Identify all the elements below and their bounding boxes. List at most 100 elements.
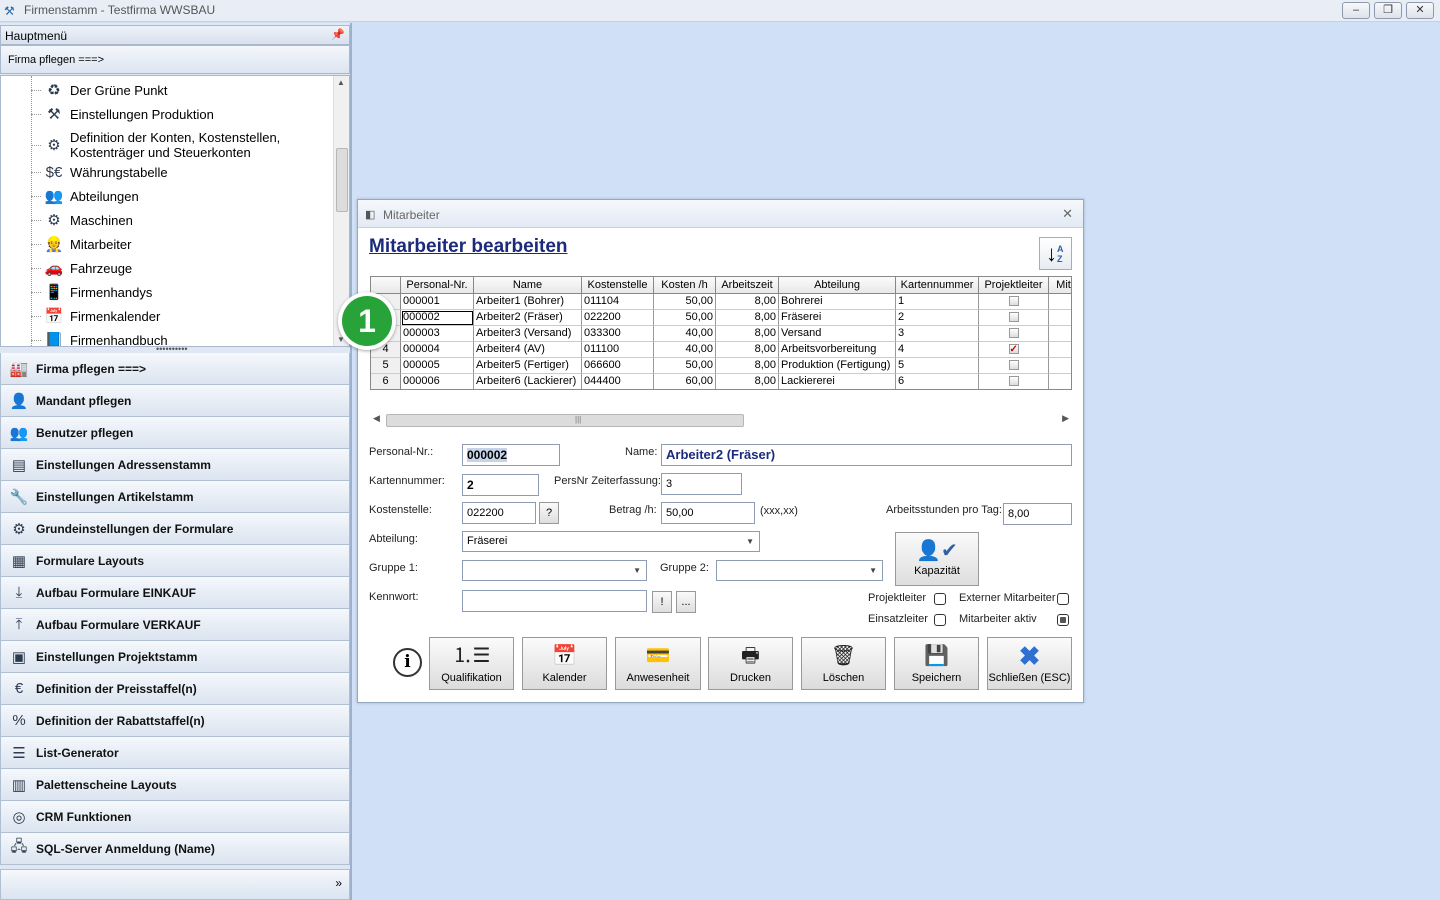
table-cell[interactable]: 50,00	[654, 310, 716, 326]
table-cell[interactable]: 5	[896, 358, 979, 374]
schliessen-button[interactable]: ✖ Schließen (ESC)	[987, 637, 1072, 690]
column-header[interactable]: Arbeitszeit	[716, 277, 779, 294]
table-cell[interactable]: 4	[896, 342, 979, 358]
unchecked-icon[interactable]	[1008, 376, 1019, 386]
table-cell[interactable]: 000006	[401, 374, 474, 389]
column-header[interactable]: Abteilung	[779, 277, 896, 294]
table-cell[interactable]: 40,00	[654, 342, 716, 358]
loeschen-button[interactable]: 🗑 Löschen	[801, 637, 886, 690]
table-cell[interactable]: 022200	[582, 310, 654, 326]
minimize-button[interactable]: ‒	[1342, 2, 1370, 19]
menu-item-verkauf[interactable]: ⤒ Aufbau Formulare VERKAUF	[0, 609, 350, 641]
table-cell[interactable]: 8,00	[716, 374, 779, 389]
unchecked-icon[interactable]	[1008, 360, 1019, 370]
table-cell[interactable]: 000003	[401, 326, 474, 342]
table-cell[interactable]: Fräserei	[779, 310, 896, 326]
projektleiter-cell[interactable]	[979, 374, 1049, 389]
table-cell[interactable]: 8,00	[716, 342, 779, 358]
betrag-input[interactable]: 50,00	[661, 502, 755, 524]
table-cell[interactable]	[1049, 326, 1071, 342]
mitarbeiter-aktiv-checkbox[interactable]	[1057, 614, 1069, 626]
table-cell[interactable]: Arbeiter4 (AV)	[474, 342, 582, 358]
table-cell[interactable]: 3	[896, 326, 979, 342]
table-cell[interactable]: Versand	[779, 326, 896, 342]
menu-item-artikelstamm[interactable]: 🔧 Einstellungen Artikelstamm	[0, 481, 350, 513]
drucken-button[interactable]: 🖶 Drucken	[708, 637, 793, 690]
menu-item-adressenstamm[interactable]: ▤ Einstellungen Adressenstamm	[0, 449, 350, 481]
anwesenheit-button[interactable]: 💳 Anwesenheit	[615, 637, 701, 690]
table-cell[interactable]	[1049, 310, 1071, 326]
sort-az-button[interactable]: ↓ A Z	[1039, 237, 1072, 270]
kennwort-more-button[interactable]: ...	[676, 591, 696, 613]
table-row[interactable]: 5 000005 Arbeiter5 (Fertiger) 066600 50,00 8,…	[371, 358, 1071, 374]
table-cell[interactable]: Arbeiter2 (Fräser)	[474, 310, 582, 326]
projektleiter-cell[interactable]	[979, 326, 1049, 342]
column-header[interactable]: Kosten /h	[654, 277, 716, 294]
column-header[interactable]: Kartennummer	[896, 277, 979, 294]
info-icon[interactable]: i	[393, 648, 422, 677]
table-hscrollbar[interactable]: ◀ ||| ▶	[370, 412, 1072, 428]
menu-item-grundeinstellungen[interactable]: ⚙ Grundeinstellungen der Formulare	[0, 513, 350, 545]
unchecked-icon[interactable]	[1008, 312, 1019, 322]
table-cell[interactable]: 6	[896, 374, 979, 389]
table-cell[interactable]: 50,00	[654, 294, 716, 310]
table-cell[interactable]: 000005	[401, 358, 474, 374]
table-row[interactable]: 000002 Arbeiter2 (Fräser) 022200 50,00 8,00 F…	[371, 310, 1071, 326]
pin-icon[interactable]: 📌	[331, 28, 345, 41]
table-cell[interactable]: 40,00	[654, 326, 716, 342]
table-cell[interactable]: Arbeiter3 (Versand)	[474, 326, 582, 342]
table-cell[interactable]: Lackiererei	[779, 374, 896, 389]
menu-item-mandant[interactable]: 👤 Mandant pflegen	[0, 385, 350, 417]
tree-item-produktion[interactable]: ⚒ Einstellungen Produktion	[31, 103, 214, 125]
table-cell[interactable]: 2	[896, 310, 979, 326]
table-cell[interactable]: Bohrerei	[779, 294, 896, 310]
tree-item-gruener-punkt[interactable]: ♻ Der Grüne Punkt	[31, 79, 168, 101]
externer-mitarbeiter-checkbox[interactable]	[1057, 593, 1069, 605]
close-window-button[interactable]: ✕	[1406, 2, 1434, 19]
table-cell[interactable]	[1049, 358, 1071, 374]
menu-item-palettenscheine[interactable]: ▥ Palettenscheine Layouts	[0, 769, 350, 801]
table-cell[interactable]: Arbeiter5 (Fertiger)	[474, 358, 582, 374]
column-header[interactable]: Kostenstelle	[582, 277, 654, 294]
scroll-right-icon[interactable]: ▶	[1062, 413, 1069, 424]
table-cell[interactable]: 8,00	[716, 358, 779, 374]
projektleiter-cell[interactable]	[979, 294, 1049, 310]
menu-item-projektstamm[interactable]: ▣ Einstellungen Projektstamm	[0, 641, 350, 673]
table-row[interactable]: 000001 Arbeiter1 (Bohrer) 011104 50,00 8,00 B…	[371, 294, 1071, 310]
table-row[interactable]: 000003 Arbeiter3 (Versand) 033300 40,00 8,00…	[371, 326, 1071, 342]
column-header[interactable]: Personal-Nr.	[401, 277, 474, 294]
gruppe1-select[interactable]: ▼	[462, 560, 647, 581]
table-cell[interactable]: Arbeiter1 (Bohrer)	[474, 294, 582, 310]
menu-item-list-generator[interactable]: ☰ List-Generator	[0, 737, 350, 769]
close-icon[interactable]: ✕	[1062, 206, 1073, 222]
kartennummer-input[interactable]: 2	[462, 474, 539, 496]
tree-item-abteilungen[interactable]: 👥 Abteilungen	[31, 185, 139, 207]
kennwort-set-button[interactable]: !	[652, 591, 672, 613]
column-header[interactable]: Mit	[1049, 277, 1071, 294]
table-cell[interactable]: 011100	[582, 342, 654, 358]
persnr-input[interactable]: 3	[661, 473, 742, 495]
checked-icon[interactable]: ✓	[1008, 344, 1019, 355]
table-cell[interactable]: 033300	[582, 326, 654, 342]
table-cell[interactable]: 8,00	[716, 294, 779, 310]
tree-item-mitarbeiter[interactable]: 👷 Mitarbeiter	[31, 233, 131, 255]
scroll-thumb[interactable]	[336, 148, 348, 212]
table-cell[interactable]	[1049, 374, 1071, 389]
gruppe2-select[interactable]: ▼	[716, 560, 883, 581]
arbeitsstunden-input[interactable]: 8,00	[1003, 503, 1072, 525]
tree-item-fahrzeuge[interactable]: 🚗 Fahrzeuge	[31, 257, 132, 279]
table-cell[interactable]	[1049, 342, 1071, 358]
chevron-down-icon[interactable]: »	[335, 876, 342, 890]
kostenstelle-input[interactable]: 022200	[462, 502, 536, 524]
tree-item-firmenhandbuch[interactable]: 📘 Firmenhandbuch	[31, 329, 168, 346]
restore-button[interactable]: ❐	[1374, 2, 1402, 19]
table-cell[interactable]: Arbeitsvorbereitung	[779, 342, 896, 358]
personal-nr-input[interactable]: 000002	[462, 444, 560, 466]
qualifikation-button[interactable]: ⒈☰ Qualifikation	[429, 637, 514, 690]
table-row[interactable]: 4 000004 Arbeiter4 (AV) 011100 40,00 8,00 Arbe…	[371, 342, 1071, 358]
projektleiter-cell[interactable]	[979, 358, 1049, 374]
menu-item-benutzer[interactable]: 👥 Benutzer pflegen	[0, 417, 350, 449]
hscroll-thumb[interactable]: |||	[386, 414, 744, 427]
table-cell[interactable]: 50,00	[654, 358, 716, 374]
projektleiter-cell[interactable]: ✓	[979, 342, 1049, 358]
